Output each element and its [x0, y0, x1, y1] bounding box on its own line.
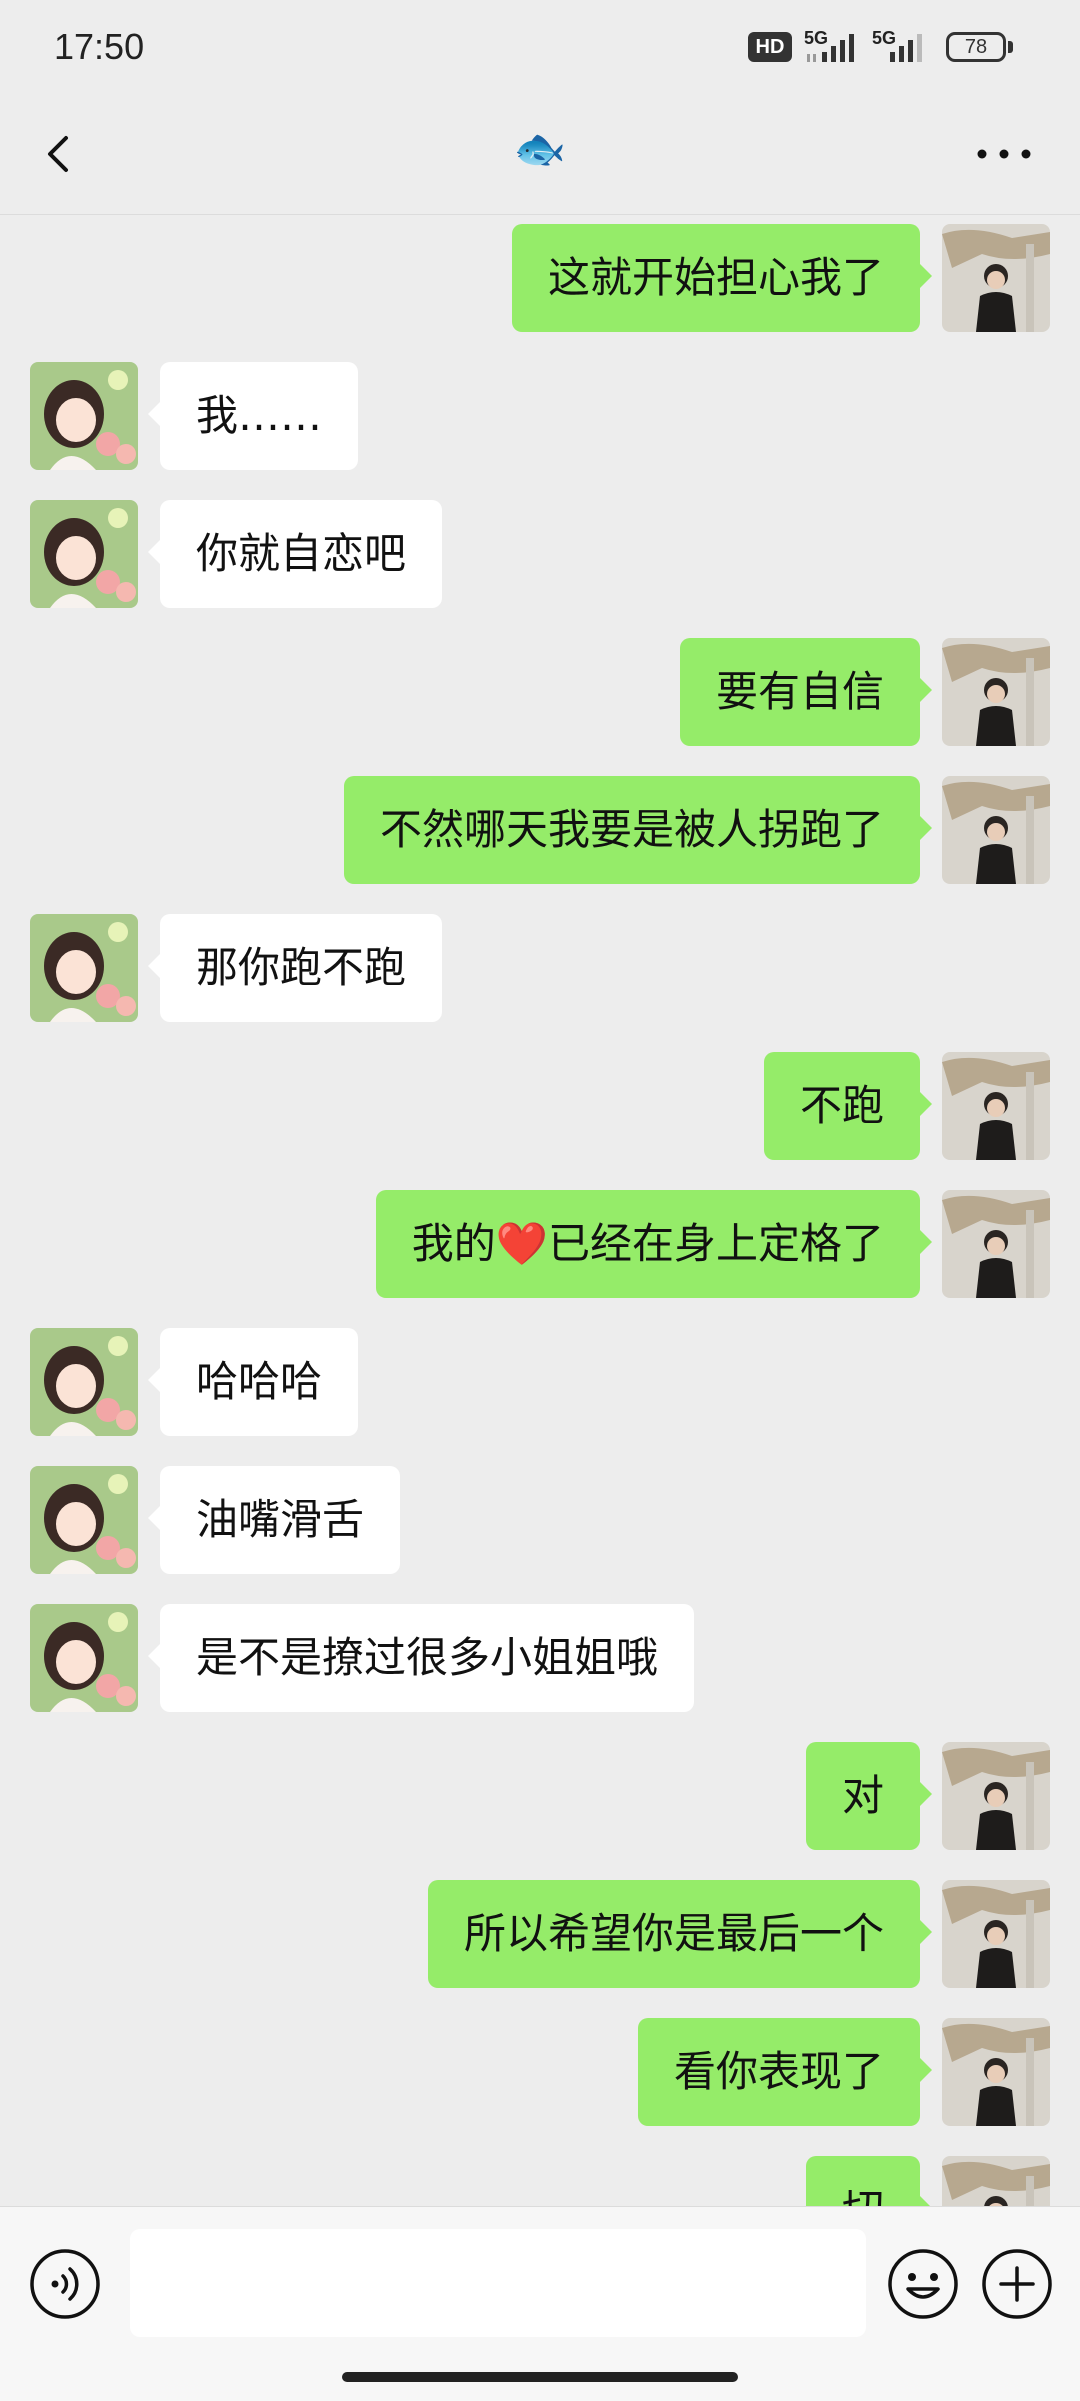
message-sent: 这就开始担心我了	[0, 224, 1080, 332]
avatar-self[interactable]	[942, 2156, 1050, 2206]
more-button[interactable]	[968, 132, 1040, 176]
message-bubble-sent[interactable]: 对	[805, 1742, 933, 1850]
avatar-contact[interactable]	[30, 1466, 138, 1574]
message-bubble-sent[interactable]: 切	[805, 2156, 933, 2206]
message-bubble-received[interactable]: 我……	[147, 362, 359, 470]
message-sent: 不跑	[0, 1052, 1080, 1160]
message-received: 那你跑不跑	[0, 914, 1080, 1022]
message-sent: 对	[0, 1742, 1080, 1850]
plus-icon	[982, 2249, 1052, 2319]
message-bubble-received[interactable]: 是不是撩过很多小姐姐哦	[147, 1604, 695, 1712]
message-list[interactable]: 这就开始担心我了 我…… 你就自恋吧 要有自信 不然哪天我要是被人拐跑了 那你跑…	[0, 214, 1080, 2206]
avatar-self[interactable]	[942, 776, 1050, 884]
message-bubble-sent[interactable]: 看你表现了	[637, 2018, 933, 2126]
emoji-icon	[888, 2249, 958, 2319]
message-bubble-received[interactable]: 油嘴滑舌	[147, 1466, 401, 1574]
voice-icon	[30, 2249, 100, 2319]
voice-button[interactable]	[28, 2247, 102, 2321]
message-sent: 切	[0, 2156, 1080, 2206]
hd-badge: HD	[748, 32, 792, 62]
avatar-contact[interactable]	[30, 914, 138, 1022]
message-bubble-sent[interactable]: 不跑	[763, 1052, 933, 1160]
message-bubble-sent[interactable]: 不然哪天我要是被人拐跑了	[343, 776, 933, 884]
chat-title: 🐟	[513, 124, 567, 173]
message-bubble-sent[interactable]: 这就开始担心我了	[511, 224, 933, 332]
avatar-self[interactable]	[942, 1742, 1050, 1850]
message-bubble-sent[interactable]: 我的❤️已经在身上定格了	[375, 1190, 933, 1298]
avatar-self[interactable]	[942, 1052, 1050, 1160]
avatar-contact[interactable]	[30, 1604, 138, 1712]
more-horizontal-icon	[977, 149, 1031, 159]
avatar-contact[interactable]	[30, 1328, 138, 1436]
emoji-button[interactable]	[886, 2247, 960, 2321]
message-sent: 看你表现了	[0, 2018, 1080, 2126]
status-time: 17:50	[54, 26, 145, 67]
avatar-self[interactable]	[942, 1880, 1050, 1988]
chat-header: 🐟	[0, 96, 1080, 215]
status-bar: 17:50 HD 5G 5G 78	[0, 0, 1080, 96]
home-indicator[interactable]	[342, 2372, 738, 2382]
message-received: 油嘴滑舌	[0, 1466, 1080, 1574]
message-bubble-received[interactable]: 哈哈哈	[147, 1328, 359, 1436]
message-bubble-sent[interactable]: 所以希望你是最后一个	[427, 1880, 933, 1988]
avatar-contact[interactable]	[30, 500, 138, 608]
message-received: 我……	[0, 362, 1080, 470]
avatar-self[interactable]	[942, 224, 1050, 332]
message-sent: 所以希望你是最后一个	[0, 1880, 1080, 1988]
avatar-self[interactable]	[942, 638, 1050, 746]
message-sent: 要有自信	[0, 638, 1080, 746]
more-functions-button[interactable]	[980, 2247, 1054, 2321]
avatar-self[interactable]	[942, 1190, 1050, 1298]
signal-strength-icon	[807, 34, 854, 62]
avatar-self[interactable]	[942, 2018, 1050, 2126]
battery-tip	[1008, 41, 1013, 53]
battery-indicator: 78	[946, 32, 1006, 62]
message-received: 哈哈哈	[0, 1328, 1080, 1436]
message-bubble-sent[interactable]: 要有自信	[679, 638, 933, 746]
message-sent: 不然哪天我要是被人拐跑了	[0, 776, 1080, 884]
message-sent: 我的❤️已经在身上定格了	[0, 1190, 1080, 1298]
avatar-contact[interactable]	[30, 362, 138, 470]
message-input[interactable]	[130, 2229, 866, 2337]
message-bubble-received[interactable]: 那你跑不跑	[147, 914, 443, 1022]
signal-strength-icon	[890, 34, 922, 62]
message-received: 是不是撩过很多小姐姐哦	[0, 1604, 1080, 1712]
message-received: 你就自恋吧	[0, 500, 1080, 608]
message-bubble-received[interactable]: 你就自恋吧	[147, 500, 443, 608]
